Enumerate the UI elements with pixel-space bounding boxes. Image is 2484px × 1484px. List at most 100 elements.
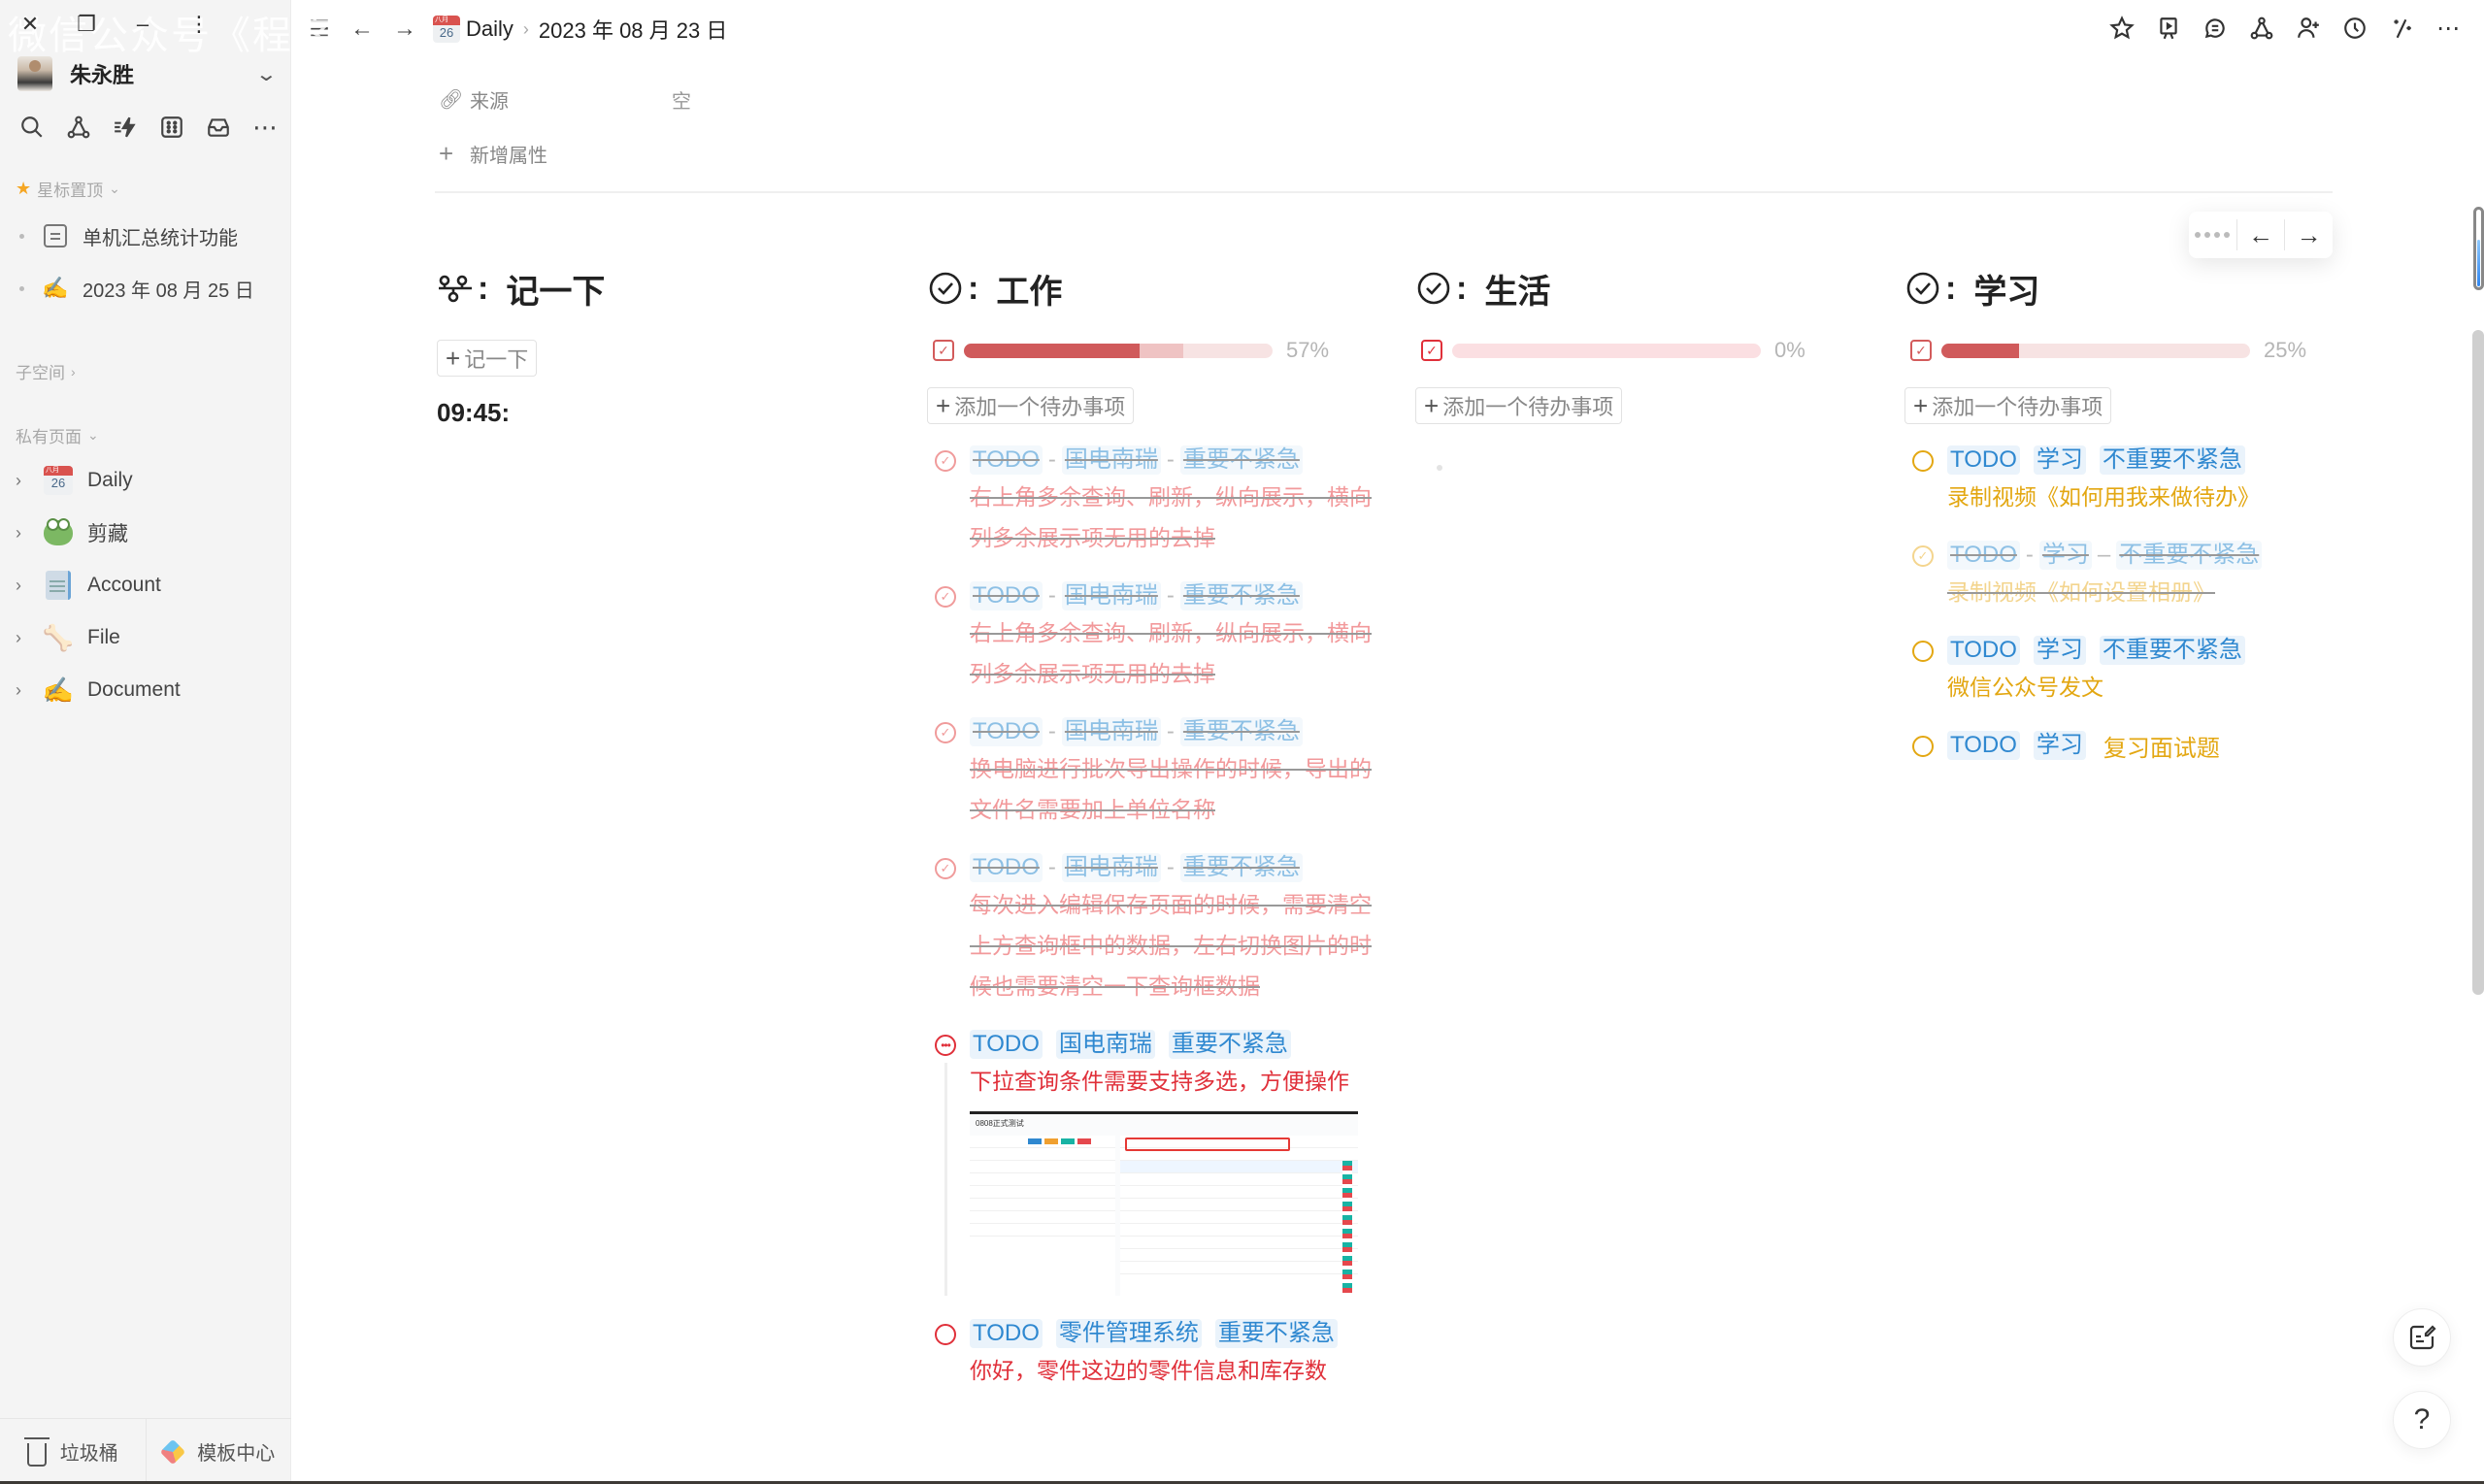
tag[interactable]: 重要不紧急 [1168,1030,1291,1059]
sidebar-item-document[interactable]: › ✍️ Document [16,671,181,709]
tag[interactable]: 重要不紧急 [1179,717,1303,746]
chevron-right-icon[interactable]: › [16,576,31,596]
add-property-button[interactable]: + 新增属性 [439,139,547,169]
inbox-icon[interactable] [206,115,231,140]
sidebar-item-clippings[interactable]: › 剪藏 [16,513,128,552]
next-arrow-button[interactable]: → [2284,219,2333,250]
minimize-icon[interactable]: – [130,12,155,37]
graph-icon[interactable] [66,115,91,140]
favorites-section-header[interactable]: ★ 星标置顶 ⌄ [16,177,120,201]
tag[interactable]: 不重要不紧急 [2099,636,2245,665]
chevron-right-icon[interactable]: › [16,628,31,648]
favorite-item[interactable]: ✍️ 2023 年 08 月 25 日 [19,271,254,306]
restore-icon[interactable]: ❐ [74,12,99,37]
tag[interactable]: 国电南瑞 [1061,853,1161,882]
todo-item[interactable]: TODO 学习 复习面试题 [1904,729,2361,762]
todo-item[interactable]: ✓ TODO - 国电南瑞 - 重要不紧急 右上角多余查询、刷新，纵向展示，横向列多… [927,444,1383,558]
breadcrumb-current-page[interactable]: 2023 年 08 月 23 日 [539,14,727,45]
subspace-section-header[interactable]: 子空间 › [16,359,76,383]
back-arrow-icon[interactable]: ← [349,16,375,43]
forward-arrow-icon[interactable]: → [392,16,417,43]
tag[interactable]: TODO [1947,541,2020,570]
tag[interactable]: 重要不紧急 [1179,853,1303,882]
chevron-right-icon[interactable]: › [16,523,31,544]
check-circle-icon[interactable]: ✓ [935,722,956,743]
circle-icon[interactable] [1912,641,1934,662]
tag[interactable]: 学习 [2038,541,2092,570]
template-grid-icon[interactable] [159,115,184,140]
tag[interactable]: TODO [1947,636,2020,665]
attached-screenshot[interactable]: 0808正式测试 [970,1111,1358,1296]
tag[interactable]: TODO [1947,445,2020,475]
tag[interactable]: 国电南瑞 [1055,1030,1155,1059]
todo-text[interactable]: 下拉查询条件需要支持多选，方便操作 [970,1061,1383,1102]
scroll-position-indicator[interactable] [2473,207,2484,290]
todo-text[interactable]: 右上角多余查询、刷新，纵向展示，横向列多余展示项无用的去掉 [970,477,1383,558]
tag[interactable]: 不重要不紧急 [2116,541,2263,570]
workspace-switcher[interactable]: 朱永胜 ⌄ [17,56,278,91]
tag[interactable]: 重要不紧急 [1214,1319,1338,1348]
todo-item[interactable]: ✓ TODO - 学习 – 不重要不紧急 录制视频《如何设置相册》 [1904,539,2361,612]
tag[interactable]: 国电南瑞 [1061,445,1161,475]
star-icon[interactable] [2109,14,2135,43]
tag[interactable]: 国电南瑞 [1061,717,1161,746]
add-note-button[interactable]: + 记一下 [437,340,538,377]
check-circle-icon[interactable]: ✓ [935,858,956,879]
tag[interactable]: 学习 [2033,731,2086,760]
tag[interactable]: 重要不紧急 [1179,445,1303,475]
breadcrumb-daily[interactable]: Daily [466,16,513,42]
help-button[interactable]: ? [2393,1391,2451,1449]
todo-text[interactable]: 右上角多余查询、刷新，纵向展示，横向列多余展示项无用的去掉 [970,612,1383,694]
todo-item[interactable]: ••• TODO 国电南瑞 重要不紧急 下拉查询条件需要支持多选，方便操作 08… [927,1028,1383,1296]
tag[interactable]: 不重要不紧急 [2099,445,2245,475]
check-circle-icon[interactable]: ✓ [1912,545,1934,567]
tag[interactable]: TODO [970,1319,1043,1348]
sidebar-item-account[interactable]: › Account [16,566,161,605]
todo-item[interactable]: ✓ TODO - 国电南瑞 - 重要不紧急 右上角多余查询、刷新，纵向展示，横向列多… [927,579,1383,694]
tag[interactable]: 国电南瑞 [1061,581,1161,610]
tag[interactable]: TODO [970,445,1043,475]
close-icon[interactable]: ✕ [17,12,43,37]
more-vertical-icon[interactable]: ⋮ [186,12,212,37]
scrollbar[interactable] [2472,330,2484,995]
circle-icon[interactable] [1912,450,1934,472]
ai-magic-icon[interactable] [2389,14,2414,43]
check-circle-icon[interactable]: ✓ [935,586,956,608]
add-todo-button[interactable]: + 添加一个待办事项 [1904,387,2112,424]
property-source-value[interactable]: 空 [672,85,691,114]
note-timestamp[interactable]: 09:45: [437,398,893,428]
tag[interactable]: TODO [1947,731,2020,760]
todo-item[interactable]: ✓ TODO - 国电南瑞 - 重要不紧急 换电脑进行批次导出操作的时候，导出的文件… [927,715,1383,830]
add-todo-button[interactable]: + 添加一个待办事项 [1415,387,1623,424]
tag[interactable]: TODO [970,717,1043,746]
check-circle-icon[interactable]: ✓ [935,450,956,472]
outline-toggle-icon[interactable]: ☰ [307,16,332,44]
todo-text[interactable]: 录制视频《如何用我来做待办》 [1947,477,2361,517]
todo-text[interactable]: 你好，零件这边的零件信息和库存数 [970,1350,1383,1391]
prev-arrow-button[interactable]: ← [2236,219,2285,250]
tag[interactable]: 零件管理系统 [1055,1319,1202,1348]
private-pages-section-header[interactable]: 私有页面 ⌄ [16,423,99,447]
add-member-icon[interactable] [2296,14,2321,43]
add-todo-button[interactable]: + 添加一个待办事项 [927,387,1135,424]
circle-icon[interactable] [935,1324,956,1345]
tag[interactable]: 学习 [2033,445,2086,475]
todo-text[interactable]: 复习面试题 [2103,729,2220,763]
todo-item[interactable]: TODO 零件管理系统 重要不紧急 你好，零件这边的零件信息和库存数 [927,1317,1383,1391]
trash-button[interactable]: 垃圾桶 [0,1419,146,1484]
todo-item[interactable]: TODO 学习 不重要不紧急 微信公众号发文 [1904,634,2361,708]
share-graph-icon[interactable] [2249,14,2274,43]
template-center-button[interactable]: 模板中心 [145,1419,292,1484]
tag[interactable]: TODO [970,853,1043,882]
chevron-right-icon[interactable]: › [16,680,31,701]
more-icon[interactable]: ⋯ [2435,14,2461,43]
more-icon[interactable]: ⋯ [252,113,278,142]
drag-handle-icon[interactable] [2189,219,2236,250]
tag[interactable]: 重要不紧急 [1179,581,1303,610]
in-progress-icon[interactable]: ••• [935,1035,956,1056]
property-source[interactable]: 🔗︎ 来源 [439,85,509,114]
presentation-icon[interactable] [2156,14,2181,43]
chevron-down-icon[interactable]: ⌄ [255,62,278,86]
comment-icon[interactable] [2202,14,2228,43]
tag[interactable]: TODO [970,581,1043,610]
